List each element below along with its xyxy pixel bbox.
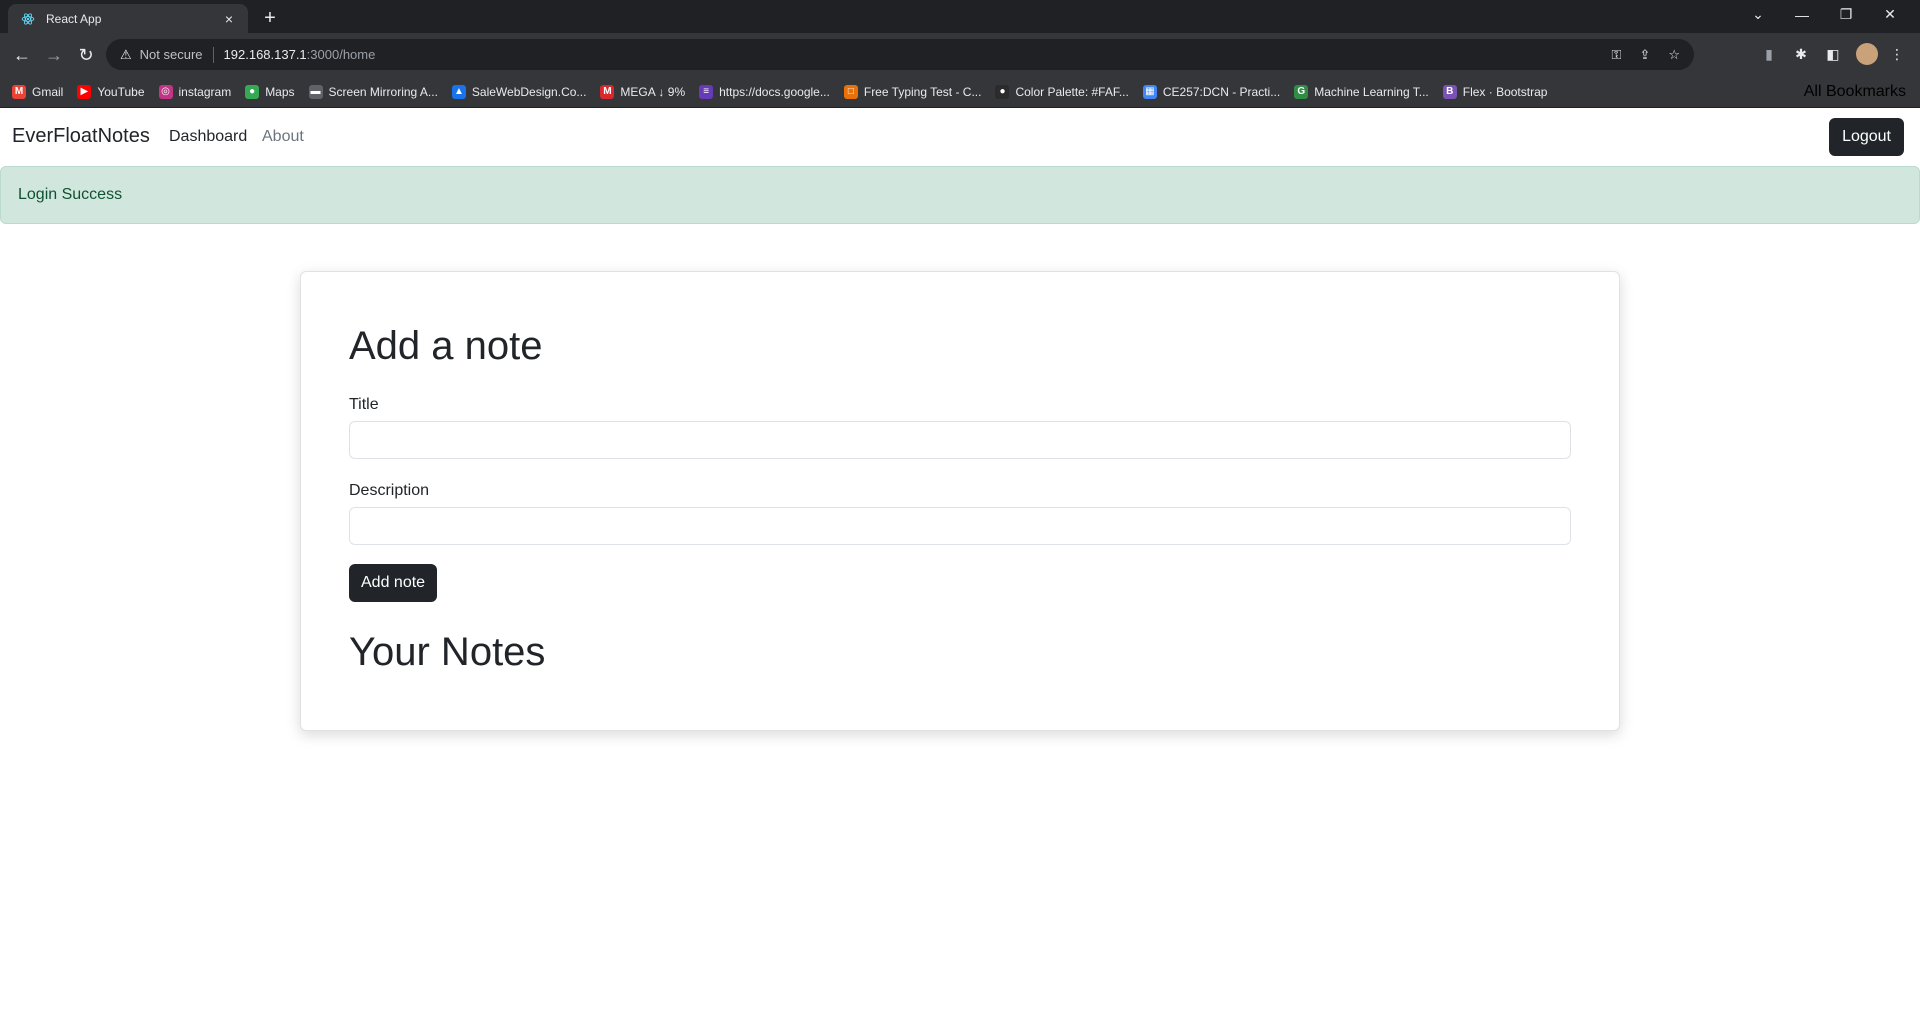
restore-button[interactable]: ❐ — [1824, 0, 1868, 29]
app-navbar: EverFloatNotes Dashboard About Logout — [0, 108, 1920, 166]
brand-link[interactable]: EverFloatNotes — [12, 125, 150, 148]
bookmark-label: instagram — [178, 84, 232, 99]
bookmark-label: Machine Learning T... — [1314, 84, 1429, 99]
gmail-icon: M — [12, 84, 26, 99]
bookmark-item[interactable]: ◎ instagram — [158, 84, 232, 99]
all-bookmarks[interactable]: All Bookmarks — [1796, 76, 1906, 108]
close-window-button[interactable]: ✕ — [1868, 0, 1912, 29]
side-panel-icon[interactable]: ◧ — [1822, 43, 1844, 65]
bookmark-item[interactable]: M MEGA ↓ 9% — [600, 84, 686, 99]
tab-title: React App — [46, 11, 102, 26]
notes-card: Add a note Title Description Add note Yo… — [300, 271, 1620, 731]
bookmark-item[interactable]: ≡ https://docs.google... — [699, 84, 830, 99]
puzzle-icon[interactable]: ✱ — [1790, 43, 1812, 65]
close-tab-icon[interactable]: × — [220, 10, 238, 28]
bookmark-label: SaleWebDesign.Co... — [471, 84, 587, 99]
bookmark-label: Free Typing Test - C... — [863, 84, 982, 99]
menu-icon[interactable]: ⋮ — [1886, 43, 1908, 65]
reload-icon[interactable]: ↻ — [72, 41, 100, 69]
address-bar[interactable]: ⚠ Not secure 192.168.137.1 :3000/home ⚿ … — [106, 39, 1694, 70]
bookmarks-bar: M Gmail ▶ YouTube ◎ instagram ● Maps ▬ Screen Mir… — [0, 76, 1920, 108]
bookmark-label: https://docs.google... — [719, 84, 830, 99]
mega-icon: M — [600, 84, 615, 99]
bookmark-item[interactable]: M Gmail — [12, 84, 64, 99]
bookmark-item[interactable]: G Machine Learning T... — [1294, 84, 1429, 99]
bookmark-item[interactable]: ▦ CE257:DCN - Practi... — [1142, 84, 1281, 99]
minimize-button[interactable]: — — [1780, 0, 1824, 29]
add-note-heading: Add a note — [349, 324, 543, 368]
extension-icon[interactable]: ▮ — [1758, 43, 1780, 65]
nav-about[interactable]: About — [262, 128, 304, 146]
browser-toolbar: ← → ↻ ⚠ Not secure 192.168.137.1 :3000/h… — [0, 33, 1920, 76]
title-label: Title — [349, 396, 379, 413]
nav-dashboard[interactable]: Dashboard — [169, 128, 247, 146]
tab-search-icon[interactable]: ⌄ — [1736, 0, 1780, 29]
your-notes-heading: Your Notes — [349, 630, 546, 674]
new-tab-button[interactable]: + — [258, 6, 282, 30]
classroom-icon: ▦ — [1142, 84, 1157, 99]
bookmark-label: Gmail — [32, 84, 64, 99]
url-host: 192.168.137.1 — [223, 47, 307, 62]
bookmark-item[interactable]: ● Color Palette: #FAF... — [995, 84, 1129, 99]
star-icon[interactable]: ☆ — [1668, 47, 1680, 63]
bookmark-label: Flex · Bootstrap — [1462, 84, 1548, 99]
security-label: Not secure — [139, 47, 203, 62]
bookmark-label: Screen Mirroring A... — [328, 84, 438, 99]
divider — [212, 46, 214, 63]
react-icon — [20, 11, 36, 27]
success-alert: Login Success — [0, 166, 1920, 224]
drive-icon: ▲ — [451, 84, 466, 99]
profile-avatar[interactable] — [1856, 43, 1878, 65]
bookmark-label: MEGA ↓ 9% — [620, 84, 686, 99]
back-icon[interactable]: ← — [8, 41, 36, 69]
bookmark-label: Color Palette: #FAF... — [1015, 84, 1129, 99]
logout-button[interactable]: Logout — [1829, 118, 1904, 156]
geeksforgeeks-icon: G — [1294, 84, 1309, 99]
bookmark-label: YouTube — [97, 84, 145, 99]
maps-icon: ● — [245, 84, 260, 99]
bookmark-item[interactable]: ▶ YouTube — [77, 84, 145, 99]
bookmark-item[interactable]: ▬ Screen Mirroring A... — [308, 84, 438, 99]
bookmark-item[interactable]: □ Free Typing Test - C... — [843, 84, 982, 99]
url-path: :3000/home — [306, 47, 376, 62]
bookmark-item[interactable]: ▲ SaleWebDesign.Co... — [451, 84, 587, 99]
bookmark-item[interactable]: ● Maps — [245, 84, 295, 99]
page-content: EverFloatNotes Dashboard About Logout Lo… — [0, 108, 1920, 1032]
forward-icon[interactable]: → — [40, 41, 68, 69]
google-forms-icon: ≡ — [699, 84, 714, 99]
bootstrap-icon: B — [1442, 84, 1457, 99]
color-palette-icon: ● — [995, 84, 1010, 99]
warning-icon: ⚠ — [120, 46, 132, 62]
share-icon[interactable]: ⇪ — [1639, 47, 1650, 63]
browser-tab[interactable]: React App × — [8, 4, 248, 33]
youtube-icon: ▶ — [77, 84, 92, 99]
browser-tab-bar: React App × + ⌄ — ❐ ✕ — [0, 0, 1920, 33]
key-icon[interactable]: ⚿ — [1612, 47, 1622, 63]
all-bookmarks-label: All Bookmarks — [1803, 83, 1906, 100]
screen-mirroring-icon: ▬ — [308, 84, 323, 99]
bookmark-item[interactable]: B Flex · Bootstrap — [1442, 84, 1548, 99]
bookmark-label: CE257:DCN - Practi... — [1162, 84, 1281, 99]
bookmark-label: Maps — [265, 84, 295, 99]
instagram-icon: ◎ — [158, 84, 173, 99]
alert-text: Login Success — [18, 186, 123, 203]
add-note-button[interactable]: Add note — [349, 564, 438, 602]
description-input[interactable] — [349, 507, 1571, 545]
typing-test-icon: □ — [843, 84, 858, 99]
description-label: Description — [349, 482, 430, 499]
title-input[interactable] — [349, 421, 1571, 459]
